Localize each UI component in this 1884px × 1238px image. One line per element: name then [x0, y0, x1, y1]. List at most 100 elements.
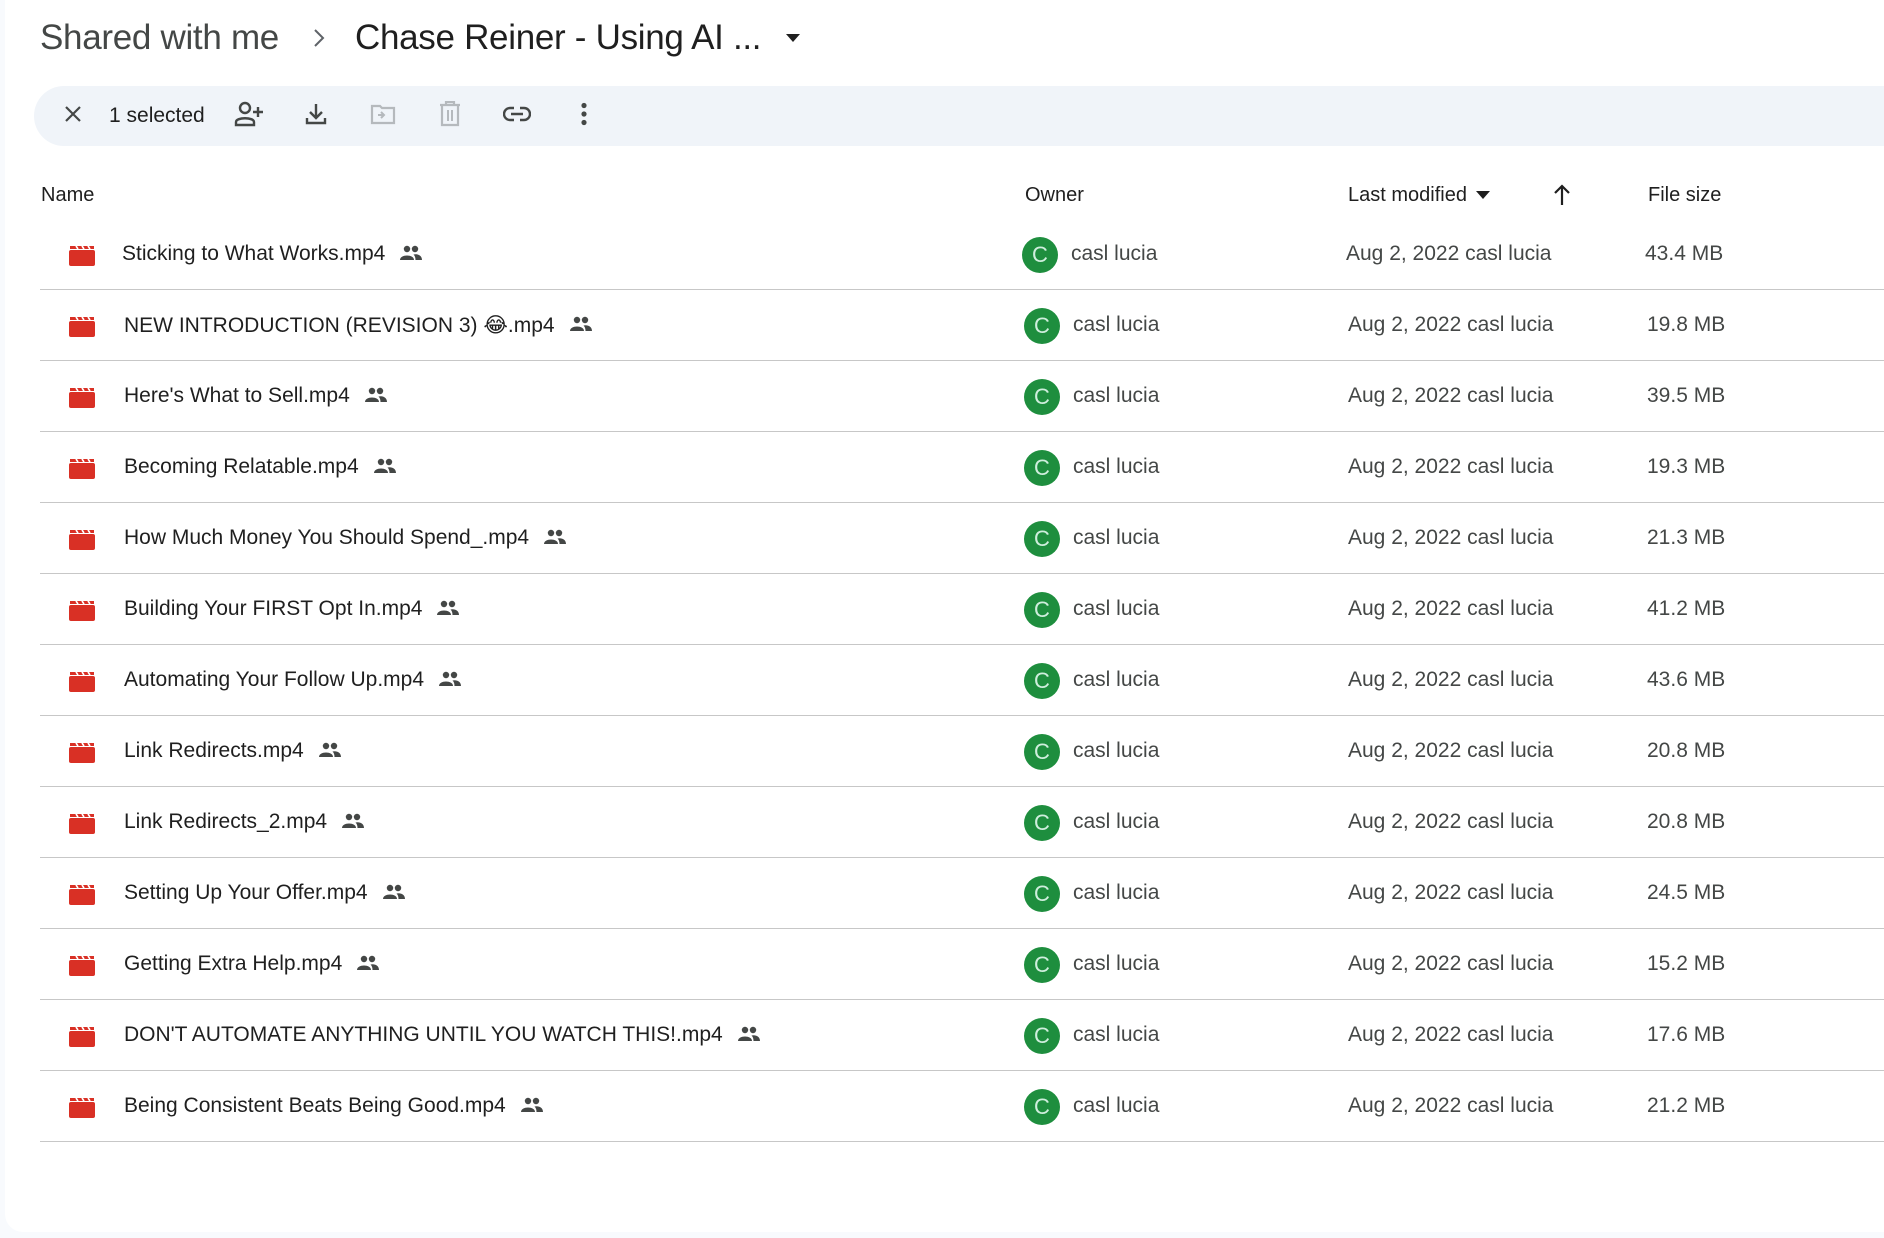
- column-header-file-size[interactable]: File size: [1648, 178, 1721, 212]
- owner-name: casl lucia: [1073, 668, 1160, 691]
- trash-icon: [439, 100, 461, 132]
- shared-people-icon: [436, 600, 460, 618]
- last-modified: Aug 2, 2022 casl lucia: [1348, 455, 1554, 478]
- last-modified: Aug 2, 2022 casl lucia: [1348, 526, 1554, 549]
- owner-name: casl lucia: [1073, 597, 1160, 620]
- file-row[interactable]: Link Redirects_2.mp4 C casl lucia Aug 2,…: [40, 787, 1884, 858]
- file-row[interactable]: Getting Extra Help.mp4 C casl lucia Aug …: [40, 929, 1884, 1000]
- breadcrumb-current-folder[interactable]: Chase Reiner - Using AI ...: [355, 18, 762, 58]
- file-name: Sticking to What Works.mp4: [122, 242, 386, 265]
- file-size: 15.2 MB: [1647, 952, 1726, 975]
- owner-avatar: C: [1024, 947, 1060, 983]
- shared-people-icon: [356, 955, 380, 973]
- owner-avatar: C: [1024, 663, 1060, 699]
- column-header-owner[interactable]: Owner: [1025, 178, 1084, 212]
- owner-avatar: C: [1024, 592, 1060, 628]
- video-file-icon: [68, 1097, 96, 1119]
- file-name: Being Consistent Beats Being Good.mp4: [124, 1094, 506, 1117]
- file-size: 19.8 MB: [1647, 313, 1726, 336]
- file-row[interactable]: Sticking to What Works.mp4 C casl lucia …: [40, 219, 1884, 290]
- content-panel: Shared with me Chase Reiner - Using AI .…: [5, 0, 1884, 1232]
- video-file-icon: [68, 813, 96, 835]
- file-name: Getting Extra Help.mp4: [124, 952, 343, 975]
- owner-avatar: C: [1022, 237, 1058, 273]
- last-modified: Aug 2, 2022 casl lucia: [1346, 242, 1552, 265]
- more-actions-button[interactable]: [564, 96, 604, 136]
- shared-people-icon: [520, 1097, 544, 1115]
- video-file-icon: [68, 529, 96, 551]
- owner-name: casl lucia: [1073, 810, 1160, 833]
- video-file-icon: [68, 742, 96, 764]
- file-name: How Much Money You Should Spend_.mp4: [124, 526, 530, 549]
- owner-name: casl lucia: [1073, 455, 1160, 478]
- file-row[interactable]: How Much Money You Should Spend_.mp4 C c…: [40, 503, 1884, 574]
- last-modified: Aug 2, 2022 casl lucia: [1348, 597, 1554, 620]
- video-file-icon: [68, 1026, 96, 1048]
- file-row[interactable]: Setting Up Your Offer.mp4 C casl lucia A…: [40, 858, 1884, 929]
- file-row[interactable]: Here's What to Sell.mp4 C casl lucia Aug…: [40, 361, 1884, 432]
- download-button[interactable]: [296, 96, 336, 136]
- link-icon: [502, 106, 531, 127]
- file-row[interactable]: Link Redirects.mp4 C casl lucia Aug 2, 2…: [40, 716, 1884, 787]
- file-size: 21.3 MB: [1647, 526, 1726, 549]
- owner-name: casl lucia: [1073, 1094, 1160, 1117]
- person-add-icon: [234, 101, 264, 132]
- breadcrumb-shared-with-me[interactable]: Shared with me: [40, 18, 279, 58]
- last-modified: Aug 2, 2022 casl lucia: [1348, 739, 1554, 762]
- shared-people-icon: [341, 813, 365, 831]
- sort-direction-button[interactable]: [1545, 178, 1579, 212]
- column-header-name[interactable]: Name: [41, 178, 94, 212]
- owner-avatar: C: [1024, 1018, 1060, 1054]
- shared-people-icon: [373, 458, 397, 476]
- breadcrumb: Shared with me Chase Reiner - Using AI .…: [40, 14, 803, 62]
- owner-avatar: C: [1024, 734, 1060, 770]
- video-file-icon: [68, 245, 96, 267]
- copy-link-button[interactable]: [497, 96, 537, 136]
- share-button[interactable]: [229, 96, 269, 136]
- owner-avatar: C: [1024, 450, 1060, 486]
- file-row[interactable]: Being Consistent Beats Being Good.mp4 C …: [40, 1071, 1884, 1142]
- caret-down-icon[interactable]: [783, 28, 803, 48]
- owner-name: casl lucia: [1073, 952, 1160, 975]
- owner-avatar: C: [1024, 308, 1060, 344]
- shared-people-icon: [382, 884, 406, 902]
- shared-people-icon: [364, 387, 388, 405]
- shared-people-icon: [438, 671, 462, 689]
- selection-toolbar: 1 selected: [34, 86, 1884, 146]
- file-size: 17.6 MB: [1647, 1023, 1726, 1046]
- file-row[interactable]: Building Your FIRST Opt In.mp4 C casl lu…: [40, 574, 1884, 645]
- file-row[interactable]: Automating Your Follow Up.mp4 C casl luc…: [40, 645, 1884, 716]
- last-modified: Aug 2, 2022 casl lucia: [1348, 313, 1554, 336]
- file-size: 43.6 MB: [1647, 668, 1726, 691]
- file-size: 19.3 MB: [1647, 455, 1726, 478]
- file-row[interactable]: NEW INTRODUCTION (REVISION 3) 😂.mp4 C ca…: [40, 290, 1884, 361]
- file-row[interactable]: Becoming Relatable.mp4 C casl lucia Aug …: [40, 432, 1884, 503]
- more-vert-icon: [580, 102, 588, 131]
- move-button[interactable]: [363, 96, 403, 136]
- shared-people-icon: [318, 742, 342, 760]
- video-file-icon: [68, 955, 96, 977]
- file-size: 41.2 MB: [1647, 597, 1726, 620]
- owner-name: casl lucia: [1073, 1023, 1160, 1046]
- owner-name: casl lucia: [1073, 313, 1160, 336]
- owner-name: casl lucia: [1073, 881, 1160, 904]
- file-row[interactable]: DON'T AUTOMATE ANYTHING UNTIL YOU WATCH …: [40, 1000, 1884, 1071]
- owner-name: casl lucia: [1071, 242, 1158, 265]
- last-modified: Aug 2, 2022 casl lucia: [1348, 1023, 1554, 1046]
- last-modified: Aug 2, 2022 casl lucia: [1348, 668, 1554, 691]
- owner-avatar: C: [1024, 521, 1060, 557]
- clear-selection-button[interactable]: [53, 96, 93, 136]
- last-modified: Aug 2, 2022 casl lucia: [1348, 810, 1554, 833]
- file-size: 39.5 MB: [1647, 384, 1726, 407]
- video-file-icon: [68, 458, 96, 480]
- file-name: Automating Your Follow Up.mp4: [124, 668, 424, 691]
- file-name: Link Redirects.mp4: [124, 739, 304, 762]
- file-size: 43.4 MB: [1645, 242, 1724, 265]
- remove-button[interactable]: [430, 96, 470, 136]
- file-name: Here's What to Sell.mp4: [124, 384, 350, 407]
- video-file-icon: [68, 316, 96, 338]
- file-name: DON'T AUTOMATE ANYTHING UNTIL YOU WATCH …: [124, 1023, 723, 1046]
- file-size: 20.8 MB: [1647, 739, 1726, 762]
- column-header-last-modified[interactable]: Last modified: [1348, 178, 1490, 212]
- owner-avatar: C: [1024, 805, 1060, 841]
